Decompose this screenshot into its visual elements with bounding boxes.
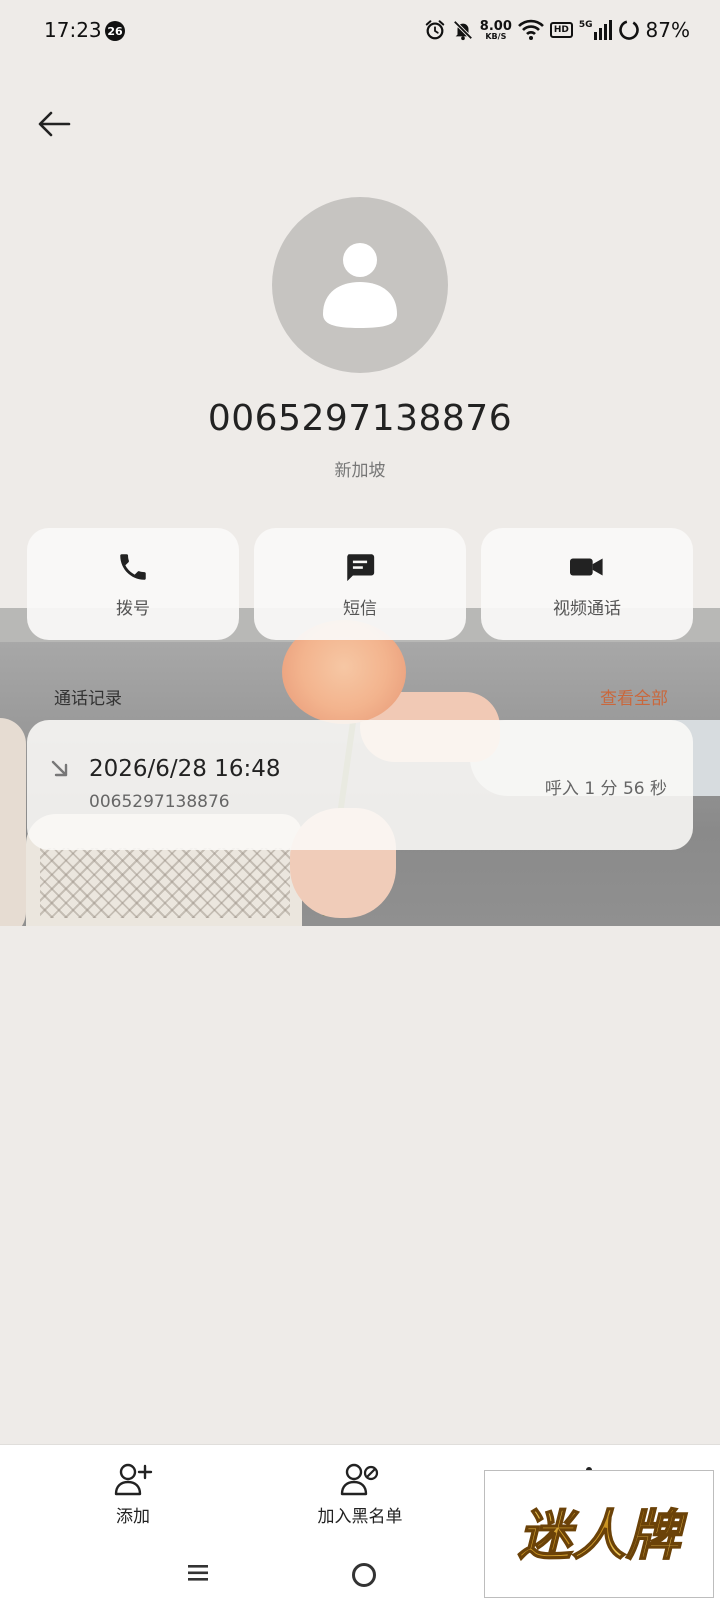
block-person-icon bbox=[340, 1463, 379, 1496]
contact-avatar bbox=[272, 197, 448, 373]
back-button[interactable] bbox=[30, 104, 78, 144]
add-contact-label: 添加 bbox=[116, 1507, 150, 1527]
add-contact-button[interactable]: 添加 bbox=[53, 1462, 213, 1527]
arrow-left-icon bbox=[38, 111, 71, 137]
block-number-button[interactable]: 加入黑名单 bbox=[280, 1462, 440, 1527]
wifi-icon bbox=[517, 19, 544, 40]
network-speed: 8.00 KB/S bbox=[480, 20, 512, 41]
home-button[interactable] bbox=[352, 1563, 376, 1587]
phone-icon bbox=[120, 553, 146, 580]
watermark-logo-image: 迷人牌 bbox=[517, 1503, 688, 1568]
recent-apps-icon[interactable] bbox=[186, 1562, 210, 1584]
notification-count-badge: 26 bbox=[105, 21, 125, 41]
mute-bell-icon bbox=[453, 20, 473, 41]
call-detail: 呼入 1 分 56 秒 bbox=[544, 779, 667, 799]
status-icons: 8.00 KB/S HD 5G 87% bbox=[424, 18, 690, 42]
dial-button[interactable]: 拨号 bbox=[27, 528, 239, 640]
person-icon bbox=[323, 243, 397, 328]
status-time: 17:23 bbox=[44, 18, 102, 42]
watermark-logo: 迷人牌 bbox=[484, 1470, 714, 1598]
call-datetime: 2026/6/28 16:48 bbox=[89, 756, 281, 782]
battery-percent: 87% bbox=[645, 18, 690, 42]
signal-bars-icon bbox=[593, 20, 612, 40]
call-number: 0065297138876 bbox=[89, 792, 230, 812]
incoming-arrow-icon bbox=[51, 760, 68, 777]
dial-label: 拨号 bbox=[116, 598, 150, 619]
hd-badge: HD bbox=[549, 22, 573, 38]
cellular-signal: 5G bbox=[579, 20, 612, 40]
alarm-icon bbox=[425, 20, 445, 40]
battery-ring-icon bbox=[618, 20, 639, 40]
add-person-icon bbox=[114, 1463, 153, 1496]
sms-button[interactable]: 短信 bbox=[254, 528, 466, 640]
svg-text:迷人牌: 迷人牌 bbox=[518, 1504, 688, 1567]
photo-sleeve-left bbox=[0, 718, 26, 926]
photo-knit-pattern bbox=[40, 848, 290, 918]
video-call-label: 视频通话 bbox=[553, 598, 621, 619]
network-speed-unit: KB/S bbox=[485, 31, 507, 41]
block-number-label: 加入黑名单 bbox=[317, 1507, 403, 1527]
contact-number: 0065297138876 bbox=[207, 398, 513, 439]
video-camera-icon bbox=[570, 558, 603, 575]
call-log-entry[interactable]: 2026/6/28 16:48 0065297138876 呼入 1 分 56 … bbox=[27, 720, 693, 850]
sms-label: 短信 bbox=[343, 598, 377, 619]
call-log-title: 通话记录 bbox=[54, 689, 122, 709]
contact-region: 新加坡 bbox=[334, 461, 386, 481]
network-speed-value: 8.00 bbox=[479, 18, 512, 34]
network-type: 5G bbox=[578, 20, 593, 30]
view-all-link[interactable]: 查看全部 bbox=[600, 684, 668, 709]
message-icon bbox=[347, 553, 375, 581]
video-call-button[interactable]: 视频通话 bbox=[481, 528, 693, 640]
